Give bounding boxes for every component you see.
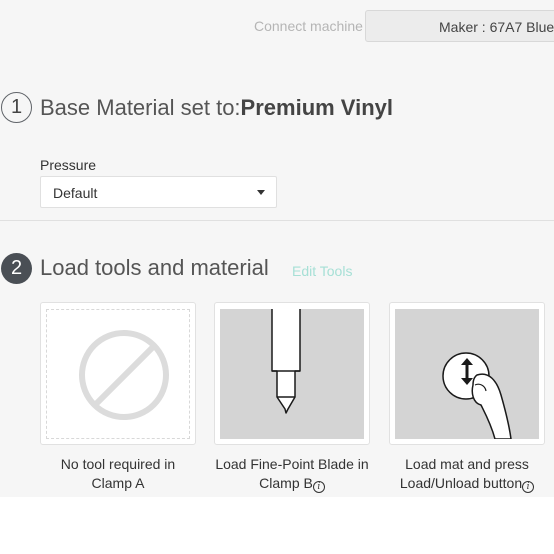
chevron-down-icon: [257, 190, 265, 195]
section-divider: [0, 220, 554, 221]
clamp-b-caption: Load Fine-Point Blade in Clamp Bi: [207, 455, 377, 493]
pressure-label: Pressure: [40, 157, 97, 173]
pressure-select[interactable]: Default: [40, 176, 277, 208]
step-2-badge: 2: [1, 253, 32, 284]
base-material-name: Premium Vinyl: [240, 95, 393, 120]
clamp-b-card: [214, 302, 370, 445]
step-1-badge: 1: [1, 92, 32, 123]
info-icon[interactable]: i: [312, 481, 325, 493]
press-load-unload-button-icon: [395, 309, 539, 439]
machine-select-button[interactable]: Maker : 67A7 Bluetooth: [365, 10, 554, 42]
caption-line: Load mat and press: [405, 456, 529, 472]
fine-point-blade-icon: [220, 309, 364, 439]
machine-name: Maker : 67A7 Bluetooth: [439, 19, 554, 35]
edit-tools-link[interactable]: Edit Tools: [292, 263, 352, 279]
caption-line: Clamp B: [259, 475, 313, 491]
clamp-a-card: [40, 302, 196, 445]
caption-line: Clamp A: [91, 475, 145, 491]
caption-line: Load Fine-Point Blade in: [215, 456, 369, 472]
info-icon[interactable]: i: [522, 481, 535, 493]
step-1-title-prefix: Base Material set to:: [40, 95, 241, 120]
no-tool-icon: [46, 309, 190, 439]
pressure-value: Default: [53, 185, 98, 201]
load-mat-card: [389, 302, 545, 445]
step-1-title: Base Material set to:Premium Vinyl: [40, 95, 393, 121]
material-setup-panel: Connect machine Maker : 67A7 Bluetooth 1…: [0, 0, 554, 497]
caption-line: No tool required in: [60, 456, 176, 472]
load-mat-caption: Load mat and press Load/Unload button i: [382, 455, 552, 493]
clamp-a-caption: No tool required in Clamp A: [33, 455, 203, 493]
connect-machine-label: Connect machine: [254, 18, 363, 34]
step-2-title: Load tools and material: [40, 255, 269, 280]
caption-line: Load/Unload button: [399, 475, 523, 491]
